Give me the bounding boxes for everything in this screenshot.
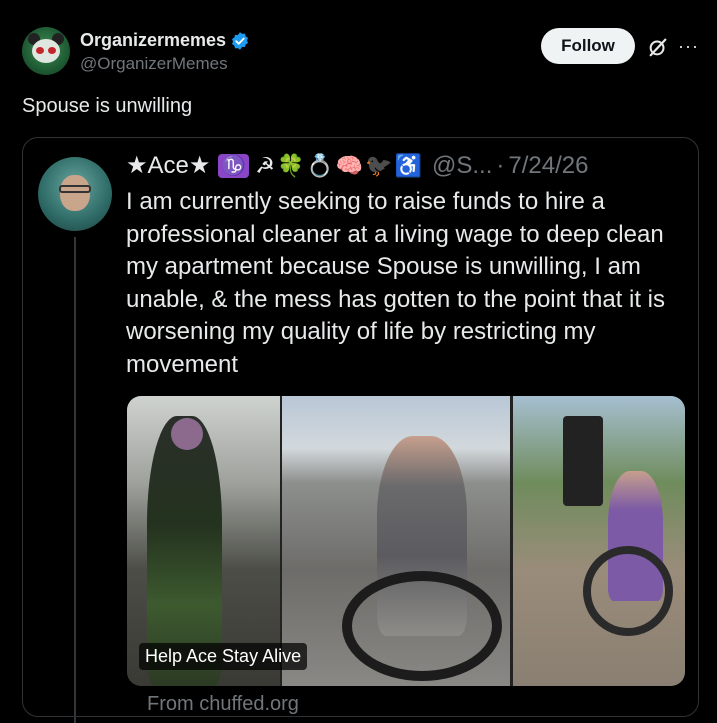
quoted-header: ★Ace★ ♑ ☭🍀💍🧠🐦‍⬛♿ @S... · 7/24/26 [126, 151, 588, 180]
more-options-icon[interactable]: ··· [678, 36, 699, 57]
separator-dot: · [496, 151, 505, 179]
quoted-timestamp[interactable]: 7/24/26 [508, 152, 588, 180]
avatar-eye-right [48, 47, 56, 54]
quoted-avatar-glasses [59, 185, 91, 193]
grok-icon[interactable] [647, 36, 669, 58]
link-card-source[interactable]: From chuffed.org [147, 693, 299, 716]
wheelchair-wheel [342, 571, 502, 681]
verified-badge-icon [232, 32, 248, 50]
quoted-text: I am currently seeking to raise funds to… [126, 188, 666, 378]
author-name[interactable]: Organizermemes [80, 30, 226, 51]
avatar-face [32, 39, 60, 63]
capricorn-icon: ♑ [218, 153, 250, 178]
photo-right [513, 396, 685, 686]
avatar-eye-left [36, 47, 44, 54]
quoted-author-handle[interactable]: @S... [432, 152, 492, 180]
quoted-name-emojis: ☭🍀💍🧠🐦‍⬛♿ [255, 152, 424, 178]
thread-line [74, 237, 76, 723]
follow-button[interactable]: Follow [541, 28, 635, 64]
person-head [171, 418, 203, 450]
quoted-author-avatar[interactable] [38, 157, 112, 231]
author-handle[interactable]: @OrganizerMemes [80, 54, 228, 74]
quoted-author-name[interactable]: ★Ace★ [126, 151, 210, 180]
author-avatar[interactable] [22, 27, 70, 75]
link-card-title[interactable]: Help Ace Stay Alive [139, 643, 308, 670]
photo-middle [282, 396, 510, 686]
protest-sign [563, 416, 603, 506]
wheelchair-wheel [583, 546, 673, 636]
post-text: Spouse is unwilling [22, 95, 193, 117]
quoted-avatar-face [60, 175, 90, 211]
